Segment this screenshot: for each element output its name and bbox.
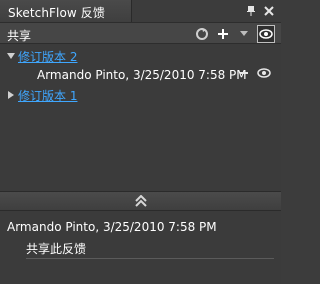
toolbar-tools: [194, 25, 275, 43]
eye-icon: [259, 29, 273, 39]
view-toggle-button[interactable]: [257, 25, 275, 43]
feedback-entry-author: Armando Pinto, 3/25/2010 7:58 PM: [37, 68, 247, 82]
add-button[interactable]: [215, 26, 231, 42]
details-comment: 共享此反馈: [26, 242, 87, 256]
revisions-list: 修订版本 2 Armando Pinto, 3/25/2010 7:58 PM …: [0, 44, 281, 191]
eye-icon[interactable]: [257, 68, 271, 78]
collapsed-triangle-icon[interactable]: [6, 90, 16, 100]
refresh-button[interactable]: [194, 26, 210, 42]
pin-icon[interactable]: [245, 5, 257, 17]
double-chevron-up-icon[interactable]: [134, 195, 148, 207]
revision-link[interactable]: 修订版本 1: [18, 87, 77, 104]
title-bar: SketchFlow 反馈: [0, 0, 281, 22]
sketchflow-feedback-panel: SketchFlow 反馈 共享 修订版本 2 Armando Pinto, 3…: [0, 0, 281, 284]
panel-tab[interactable]: SketchFlow 反馈: [0, 0, 132, 22]
revision-row[interactable]: 修订版本 1: [0, 85, 281, 105]
expanded-triangle-icon[interactable]: [6, 51, 16, 61]
revision-link[interactable]: 修订版本 2: [18, 48, 77, 65]
plus-icon: [218, 29, 228, 39]
add-dropdown-button[interactable]: [236, 26, 252, 42]
entry-actions: [239, 68, 271, 78]
title-actions: [245, 4, 275, 18]
panel-title: SketchFlow 反馈: [8, 6, 105, 20]
feedback-entry-row[interactable]: Armando Pinto, 3/25/2010 7:58 PM: [0, 65, 281, 85]
revision-row[interactable]: 修订版本 2: [0, 46, 281, 66]
details-author: Armando Pinto, 3/25/2010 7:58 PM: [7, 220, 217, 234]
feedback-details: Armando Pinto, 3/25/2010 7:58 PM 共享此反馈: [0, 211, 281, 284]
share-label: 共享: [7, 29, 32, 43]
comment-divider: [26, 258, 274, 259]
close-icon[interactable]: [263, 5, 275, 17]
toolbar: 共享: [0, 22, 281, 44]
refresh-icon: [196, 28, 208, 40]
chevron-down-icon: [240, 31, 248, 36]
splitter[interactable]: [0, 191, 281, 211]
minus-icon[interactable]: [239, 68, 249, 78]
